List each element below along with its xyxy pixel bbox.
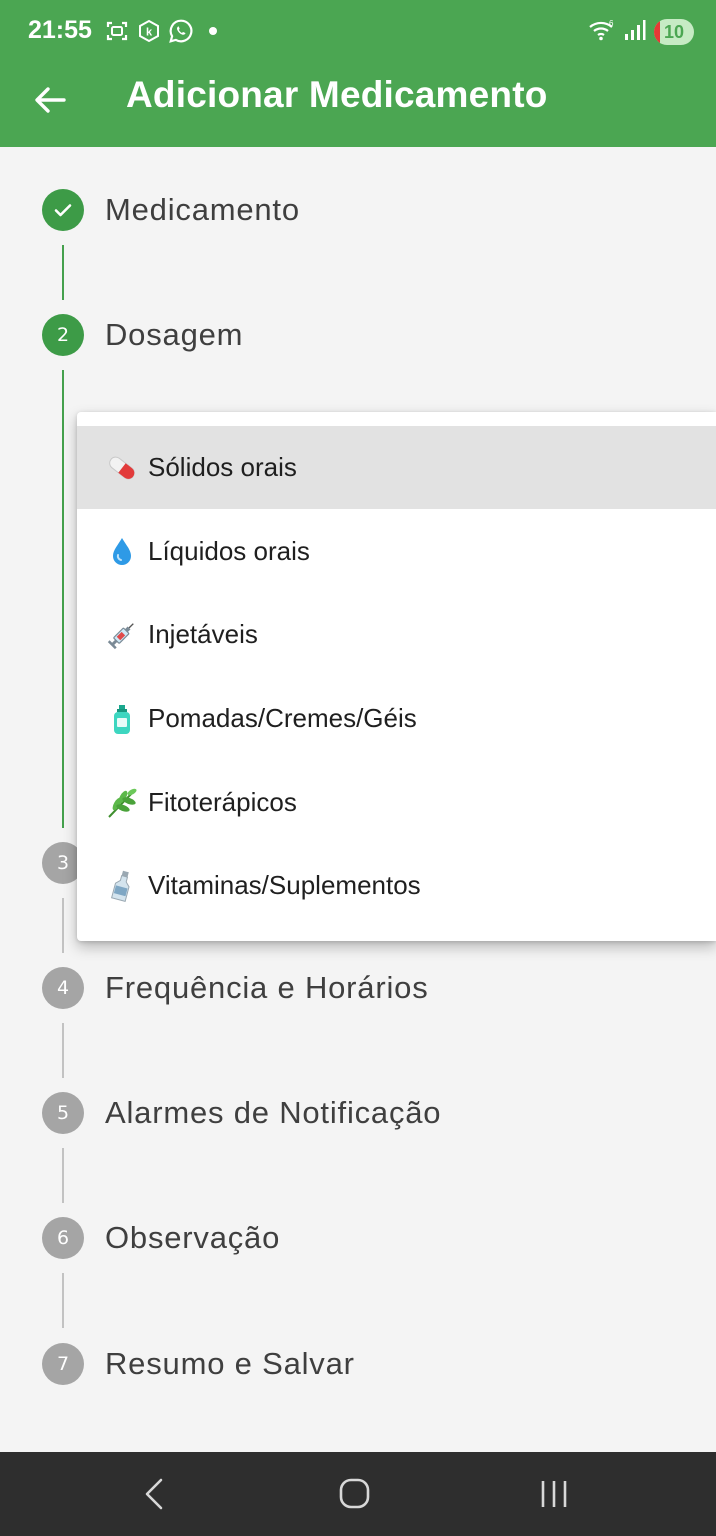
step-connector: [62, 245, 64, 300]
menu-item-injetaveis[interactable]: Injetáveis: [77, 593, 716, 676]
menu-item-label: Líquidos orais: [148, 536, 310, 566]
step-number: 4: [42, 967, 84, 1009]
menu-item-label: Fitoterápicos: [148, 787, 297, 817]
page-title: Adicionar Medicamento: [126, 74, 548, 115]
step-label: Frequência e Horários: [105, 970, 429, 1005]
step-label: Observação: [105, 1220, 281, 1255]
syringe-icon: [105, 618, 139, 652]
k-app-icon: k: [136, 18, 162, 44]
menu-item-label: Injetáveis: [148, 619, 258, 649]
step-medicamento[interactable]: Medicamento: [42, 189, 300, 231]
menu-item-fitoterapicos[interactable]: Fitoterápicos: [77, 761, 716, 844]
medication-type-dropdown: Sólidos orais Líquidos orais Injetáveis …: [77, 412, 716, 941]
step-label: Resumo e Salvar: [105, 1346, 355, 1381]
step-connector: [62, 898, 64, 953]
step-frequencia[interactable]: 4 Frequência e Horários: [42, 967, 429, 1009]
svg-text:k: k: [146, 27, 153, 39]
recents-nav-icon[interactable]: [534, 1476, 574, 1512]
status-time: 21:55: [28, 16, 92, 44]
arrow-left-icon: [35, 87, 66, 113]
whatsapp-icon: [168, 18, 194, 44]
back-nav-icon[interactable]: [134, 1476, 174, 1512]
step-completed-circle: [42, 189, 84, 231]
menu-item-pomadas[interactable]: Pomadas/Cremes/Géis: [77, 677, 716, 760]
status-right-icons: 6 10: [588, 18, 694, 46]
battery-level: 10: [663, 21, 685, 42]
dot-icon: [200, 18, 226, 44]
step-alarmes[interactable]: 5 Alarmes de Notificação: [42, 1092, 441, 1134]
step-dosagem[interactable]: 2 Dosagem: [42, 314, 243, 356]
step-label: Dosagem: [105, 317, 244, 352]
step-number: 7: [42, 1343, 84, 1385]
battery-icon: 10: [654, 19, 694, 45]
wifi-icon: 6: [588, 18, 616, 46]
pill-icon: [105, 451, 139, 485]
lotion-bottle-icon: [105, 702, 139, 736]
step-label: Alarmes de Notificação: [105, 1095, 442, 1130]
check-icon: [54, 204, 72, 217]
menu-item-solidos-orais[interactable]: Sólidos orais: [77, 426, 716, 509]
step-connector: [62, 1148, 64, 1203]
step-observacao[interactable]: 6 Observação: [42, 1217, 280, 1259]
signal-icon: [624, 19, 646, 45]
system-nav-bar: [0, 1452, 716, 1536]
app-bar: 21:55 k 6 10 Adicionar Medicamento: [0, 0, 716, 147]
step-connector: [62, 1023, 64, 1078]
home-nav-icon[interactable]: [334, 1476, 374, 1512]
status-left-icons: k: [104, 18, 226, 44]
step-label: Medicamento: [105, 192, 300, 227]
step-connector-active: [62, 370, 64, 828]
menu-item-vitaminas[interactable]: Vitaminas/Suplementos: [77, 844, 716, 927]
herb-icon: [105, 786, 139, 820]
step-connector: [62, 1273, 64, 1328]
step-number: 2: [42, 314, 84, 356]
supplement-bottle-icon: [105, 869, 139, 903]
menu-item-label: Pomadas/Cremes/Géis: [148, 703, 417, 733]
menu-item-liquidos-orais[interactable]: Líquidos orais: [77, 510, 716, 593]
svg-text:6: 6: [609, 19, 614, 28]
menu-item-label: Sólidos orais: [148, 452, 297, 482]
droplet-icon: [105, 535, 139, 569]
step-resumo[interactable]: 7 Resumo e Salvar: [42, 1343, 355, 1385]
step-number: 6: [42, 1217, 84, 1259]
step-number: 5: [42, 1092, 84, 1134]
back-button[interactable]: [30, 80, 70, 120]
screenshot-icon: [104, 18, 130, 44]
menu-item-label: Vitaminas/Suplementos: [148, 870, 421, 900]
